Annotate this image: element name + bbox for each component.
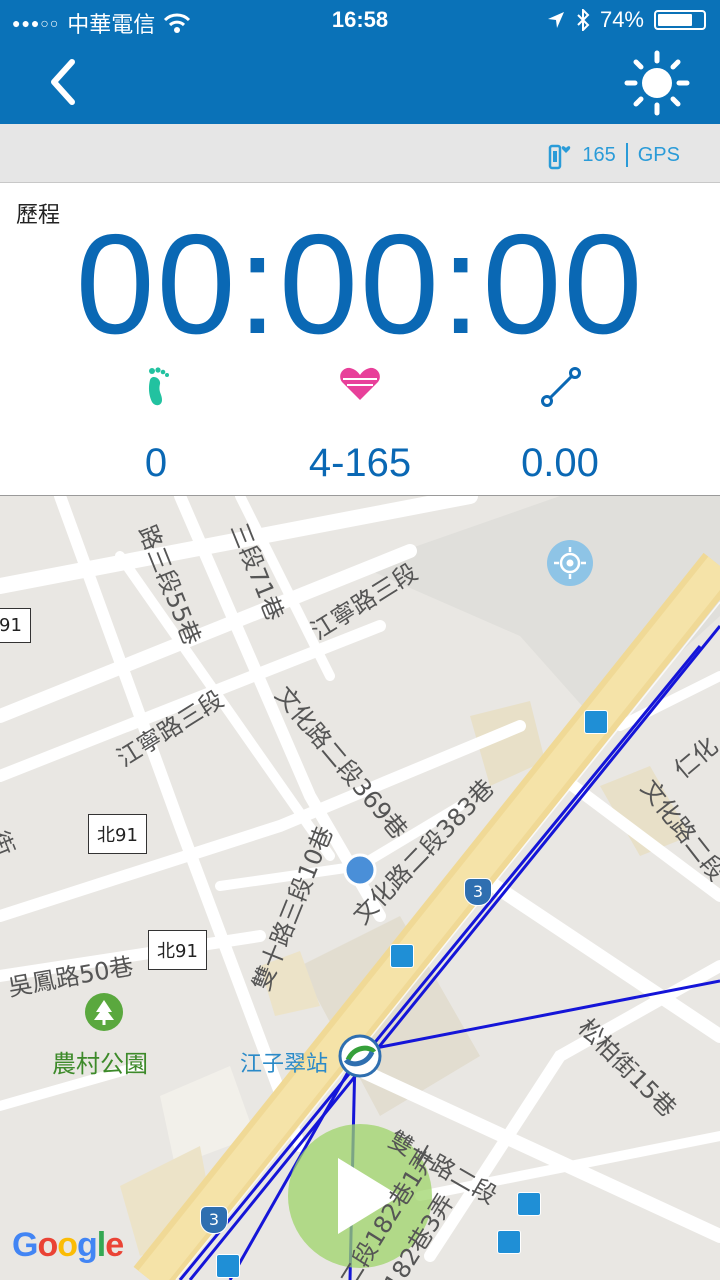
station-label: 江子翠站 (240, 1052, 329, 1077)
battery-icon (654, 10, 706, 30)
back-button[interactable] (38, 54, 94, 110)
divider (625, 143, 628, 167)
wearable-heart-icon (549, 144, 571, 170)
brightness-icon (624, 50, 690, 116)
bus-stop-icon (584, 710, 608, 734)
bus-stop-icon (497, 1230, 521, 1254)
status-right: 74% (546, 7, 706, 33)
device-info-strip: 165 GPS (0, 124, 720, 183)
highway-shield: 3 (200, 1206, 228, 1234)
bus-stop-icon (216, 1254, 240, 1278)
brightness-button[interactable] (624, 50, 690, 116)
stats-panel: 歷程 00:00:00 0 4-165 0.00 (0, 183, 720, 496)
route-badge: 91 (0, 608, 31, 643)
google-logo: Google (12, 1226, 124, 1264)
heart-icon (340, 367, 380, 400)
chevron-left-icon (51, 59, 75, 105)
nav-bar (0, 40, 720, 124)
bus-stop-icon (390, 944, 414, 968)
location-arrow-icon (547, 12, 564, 28)
route-badge: 北91 (88, 814, 147, 854)
status-bar: ●●●○○ 中華電信 16:58 74% (0, 0, 720, 40)
battery-percent: 74% (599, 7, 644, 32)
device-status: 165 GPS (546, 140, 680, 170)
elapsed-timer: 00:00:00 (75, 205, 645, 364)
park-label: 農村公園 (52, 1050, 148, 1078)
bus-stop-icon (517, 1192, 541, 1216)
gps-label: GPS (637, 143, 680, 166)
distance-value: 0.00 (521, 441, 599, 485)
footprint-icon (148, 367, 169, 406)
device-value: 165 (582, 143, 616, 166)
map-view[interactable]: 路三段55巷 三段71巷 江寧路三段 江寧路三段 文化路二段369巷 文化路二段… (0, 496, 720, 1280)
mrt-station-icon (338, 1034, 382, 1078)
route-badge: 北91 (148, 930, 207, 970)
steps-value: 0 (144, 441, 168, 485)
park-tree-icon (85, 993, 123, 1031)
heart-rate-value: 4-165 (308, 441, 412, 485)
highway-shield: 3 (464, 878, 492, 906)
route-distance-icon (541, 367, 581, 407)
bluetooth-icon (577, 9, 590, 31)
locate-target (547, 540, 593, 586)
